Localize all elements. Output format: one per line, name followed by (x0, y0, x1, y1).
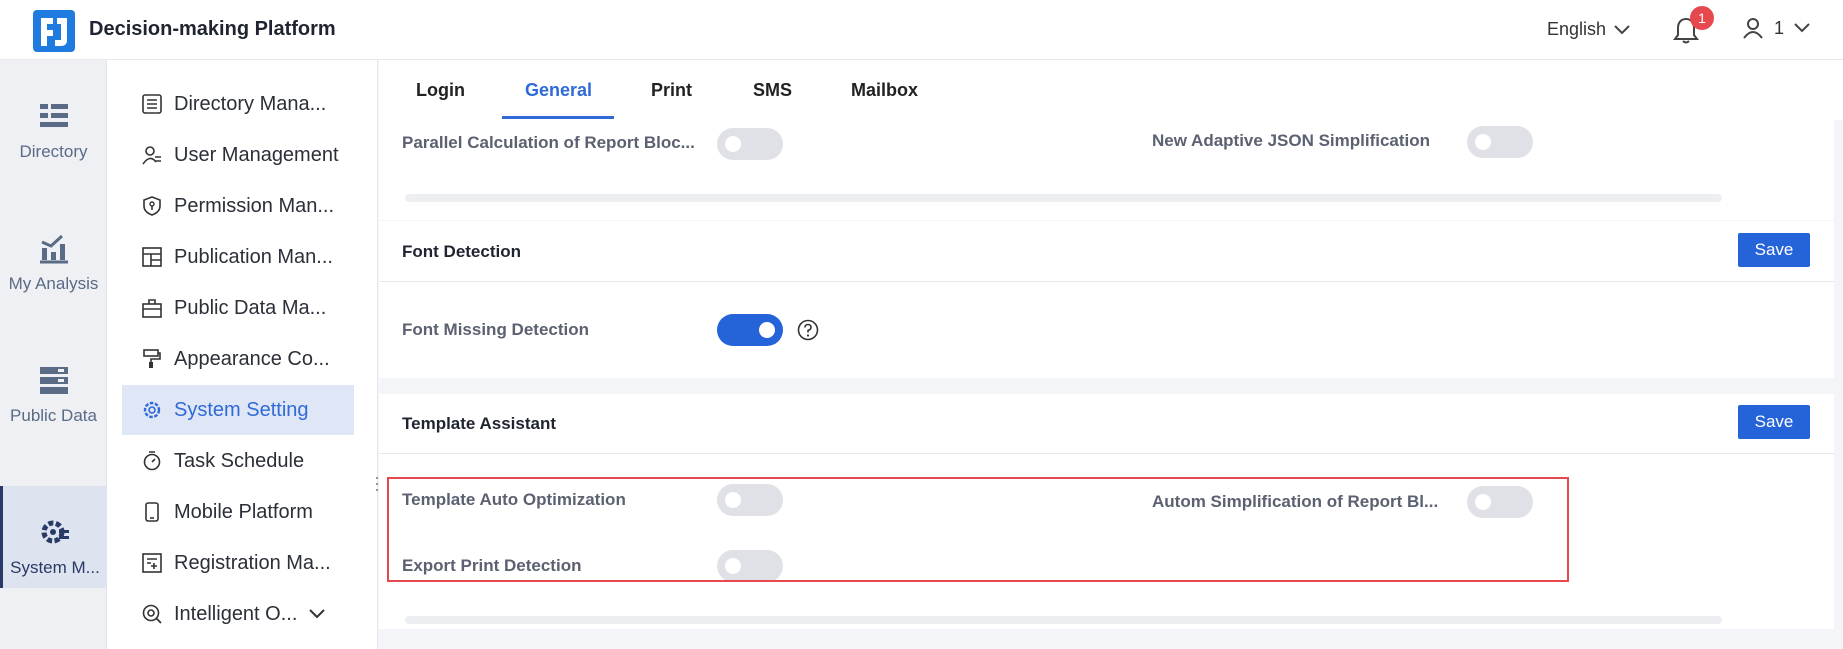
user-menu[interactable]: 1 (1742, 17, 1810, 39)
rail-item-public-data[interactable]: Public Data (0, 334, 107, 436)
left-icon-rail: Directory My Analysis Public Data System… (0, 60, 107, 649)
notification-badge: 1 (1690, 6, 1714, 30)
template-assistant-save-button[interactable]: Save (1738, 405, 1810, 439)
gear-settings-icon (41, 520, 69, 544)
font-missing-detection-toggle[interactable] (717, 314, 783, 346)
chevron-down-icon (1614, 24, 1630, 34)
user-name: 1 (1774, 17, 1785, 38)
tab-mailbox[interactable]: Mailbox (851, 80, 918, 101)
user-list-icon (142, 146, 161, 165)
language-selector[interactable]: English (1547, 19, 1630, 40)
submenu-item-registration-management[interactable]: Registration Ma... (122, 538, 354, 588)
tab-print[interactable]: Print (651, 80, 692, 101)
settings-tabs: Login General Print SMS Mailbox (379, 60, 1843, 120)
adaptive-json-label: New Adaptive JSON Simplification (1152, 131, 1431, 150)
shield-icon (143, 196, 161, 216)
font-detection-title: Font Detection (402, 242, 521, 261)
rail-item-my-analysis[interactable]: My Analysis (0, 202, 107, 304)
paint-roller-icon (143, 349, 161, 368)
intelligent-search-icon (142, 604, 162, 624)
font-detection-card: Font Detection Save Font Missing Detecti… (379, 221, 1834, 378)
directory-list-icon (142, 94, 162, 114)
rail-label: Directory (19, 142, 88, 161)
rail-label: Public Data (10, 406, 97, 425)
template-assistant-title: Template Assistant (402, 414, 556, 433)
submenu-item-task-schedule[interactable]: Task Schedule (122, 436, 354, 486)
system-submenu: Directory Mana... User Management Permis… (107, 60, 378, 649)
active-tab-indicator (502, 116, 614, 119)
rail-label: My Analysis (8, 274, 99, 293)
rail-item-system-management[interactable]: System M... (0, 486, 107, 588)
database-icon (39, 367, 68, 394)
section-divider (379, 281, 1834, 282)
submenu-item-user-management[interactable]: User Management (122, 130, 354, 180)
horizontal-scrollbar[interactable] (405, 194, 1722, 202)
submenu-item-public-data-management[interactable]: Public Data Ma... (122, 283, 354, 333)
list-icon (39, 104, 68, 127)
app-title: Decision-making Platform (89, 18, 336, 40)
submenu-item-appearance-configuration[interactable]: Appearance Co... (122, 334, 354, 384)
tab-general[interactable]: General (525, 80, 592, 101)
app-logo-icon (33, 10, 75, 52)
font-missing-detection-label: Font Missing Detection (402, 320, 589, 339)
tab-sms[interactable]: SMS (753, 80, 792, 101)
layout-icon (142, 247, 162, 267)
user-icon (1743, 18, 1763, 39)
mobile-phone-icon (145, 502, 159, 522)
parallel-calculation-label: Parallel Calculation of Report Bloc... (402, 133, 695, 152)
chevron-down-icon (309, 609, 326, 619)
help-question-icon[interactable] (797, 319, 819, 341)
language-label: English (1547, 19, 1607, 39)
gear-icon (143, 401, 161, 419)
stopwatch-icon (143, 451, 161, 471)
rail-label: System M... (10, 558, 100, 577)
submenu-item-mobile-platform[interactable]: Mobile Platform (122, 487, 354, 537)
chevron-down-icon (1794, 23, 1810, 33)
resize-handle-icon[interactable]: · · · (374, 468, 380, 498)
rail-item-directory[interactable]: Directory (0, 70, 107, 172)
parallel-calculation-toggle[interactable] (717, 128, 783, 160)
tab-login[interactable]: Login (416, 80, 465, 101)
section-divider (379, 453, 1834, 454)
adaptive-json-toggle[interactable] (1467, 126, 1533, 158)
submenu-item-publication-management[interactable]: Publication Man... (122, 232, 354, 282)
font-detection-save-button[interactable]: Save (1738, 233, 1810, 267)
top-header: Decision-making Platform English 1 1 (0, 0, 1843, 60)
highlight-box (387, 477, 1569, 582)
horizontal-scrollbar[interactable] (405, 616, 1722, 624)
submenu-item-permission-management[interactable]: Permission Man... (122, 181, 354, 231)
submenu-item-directory-management[interactable]: Directory Mana... (122, 79, 354, 129)
analysis-chart-icon (39, 234, 68, 264)
briefcase-icon (142, 299, 162, 318)
submenu-item-intelligent-operation[interactable]: Intelligent O... (122, 589, 354, 639)
report-calculation-card: Parallel Calculation of Report Bloc... N… (379, 120, 1834, 220)
submenu-item-system-setting[interactable]: System Setting (122, 385, 354, 435)
registration-form-icon (142, 553, 162, 573)
